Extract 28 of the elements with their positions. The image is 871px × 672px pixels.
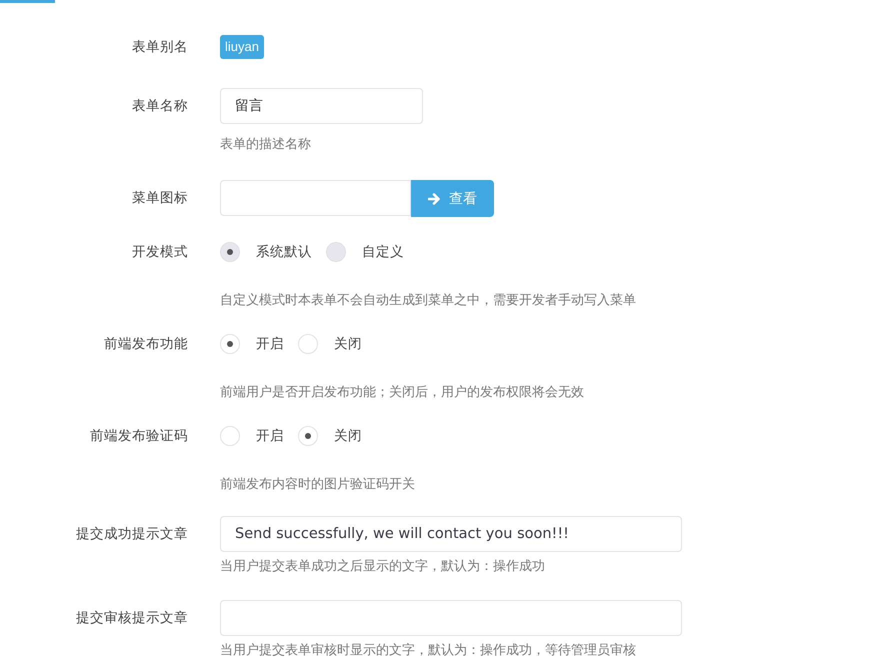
field-label: 前端发布功能 — [103, 335, 188, 354]
icon-input-field[interactable] — [220, 180, 411, 216]
radio-option[interactable]: 开启 — [220, 332, 284, 356]
field-label: 开发模式 — [131, 243, 188, 262]
field-label: 前端发布验证码 — [89, 427, 188, 446]
input-field[interactable] — [220, 600, 682, 636]
alias-tag: liuyan — [220, 35, 264, 59]
field-label: 菜单图标 — [131, 189, 188, 208]
radio-option[interactable]: 开启 — [220, 424, 284, 448]
input-field[interactable]: 留言 — [220, 88, 423, 124]
field-label: 提交审核提示文章 — [75, 609, 188, 628]
field-label: 提交成功提示文章 — [75, 525, 188, 544]
help-text: 当用户提交表单审核时显示的文字，默认为：操作成功，等待管理员审核 — [220, 642, 636, 660]
radio-option[interactable]: 关闭 — [298, 332, 362, 356]
help-text: 前端用户是否开启发布功能；关闭后，用户的发布权限将会无效 — [220, 384, 584, 402]
radio-button[interactable] — [220, 334, 240, 354]
help-text: 自定义模式时本表单不会自动生成到菜单之中，需要开发者手动写入菜单 — [220, 292, 636, 310]
radio-button[interactable] — [298, 426, 318, 446]
radio-option[interactable]: 关闭 — [298, 424, 362, 448]
field-label: 表单名称 — [131, 97, 188, 116]
help-text: 前端发布内容时的图片验证码开关 — [220, 476, 415, 494]
input-field[interactable]: Send successfully, we will contact you soon!!! — [220, 516, 682, 552]
help-text: 表单的描述名称 — [220, 136, 311, 154]
field-label: 表单别名 — [131, 38, 188, 57]
radio-button[interactable] — [298, 334, 318, 354]
arrow-right-icon — [428, 192, 441, 204]
help-text: 当用户提交表单成功之后显示的文字，默认为：操作成功 — [220, 558, 545, 576]
radio-button[interactable] — [220, 426, 240, 446]
